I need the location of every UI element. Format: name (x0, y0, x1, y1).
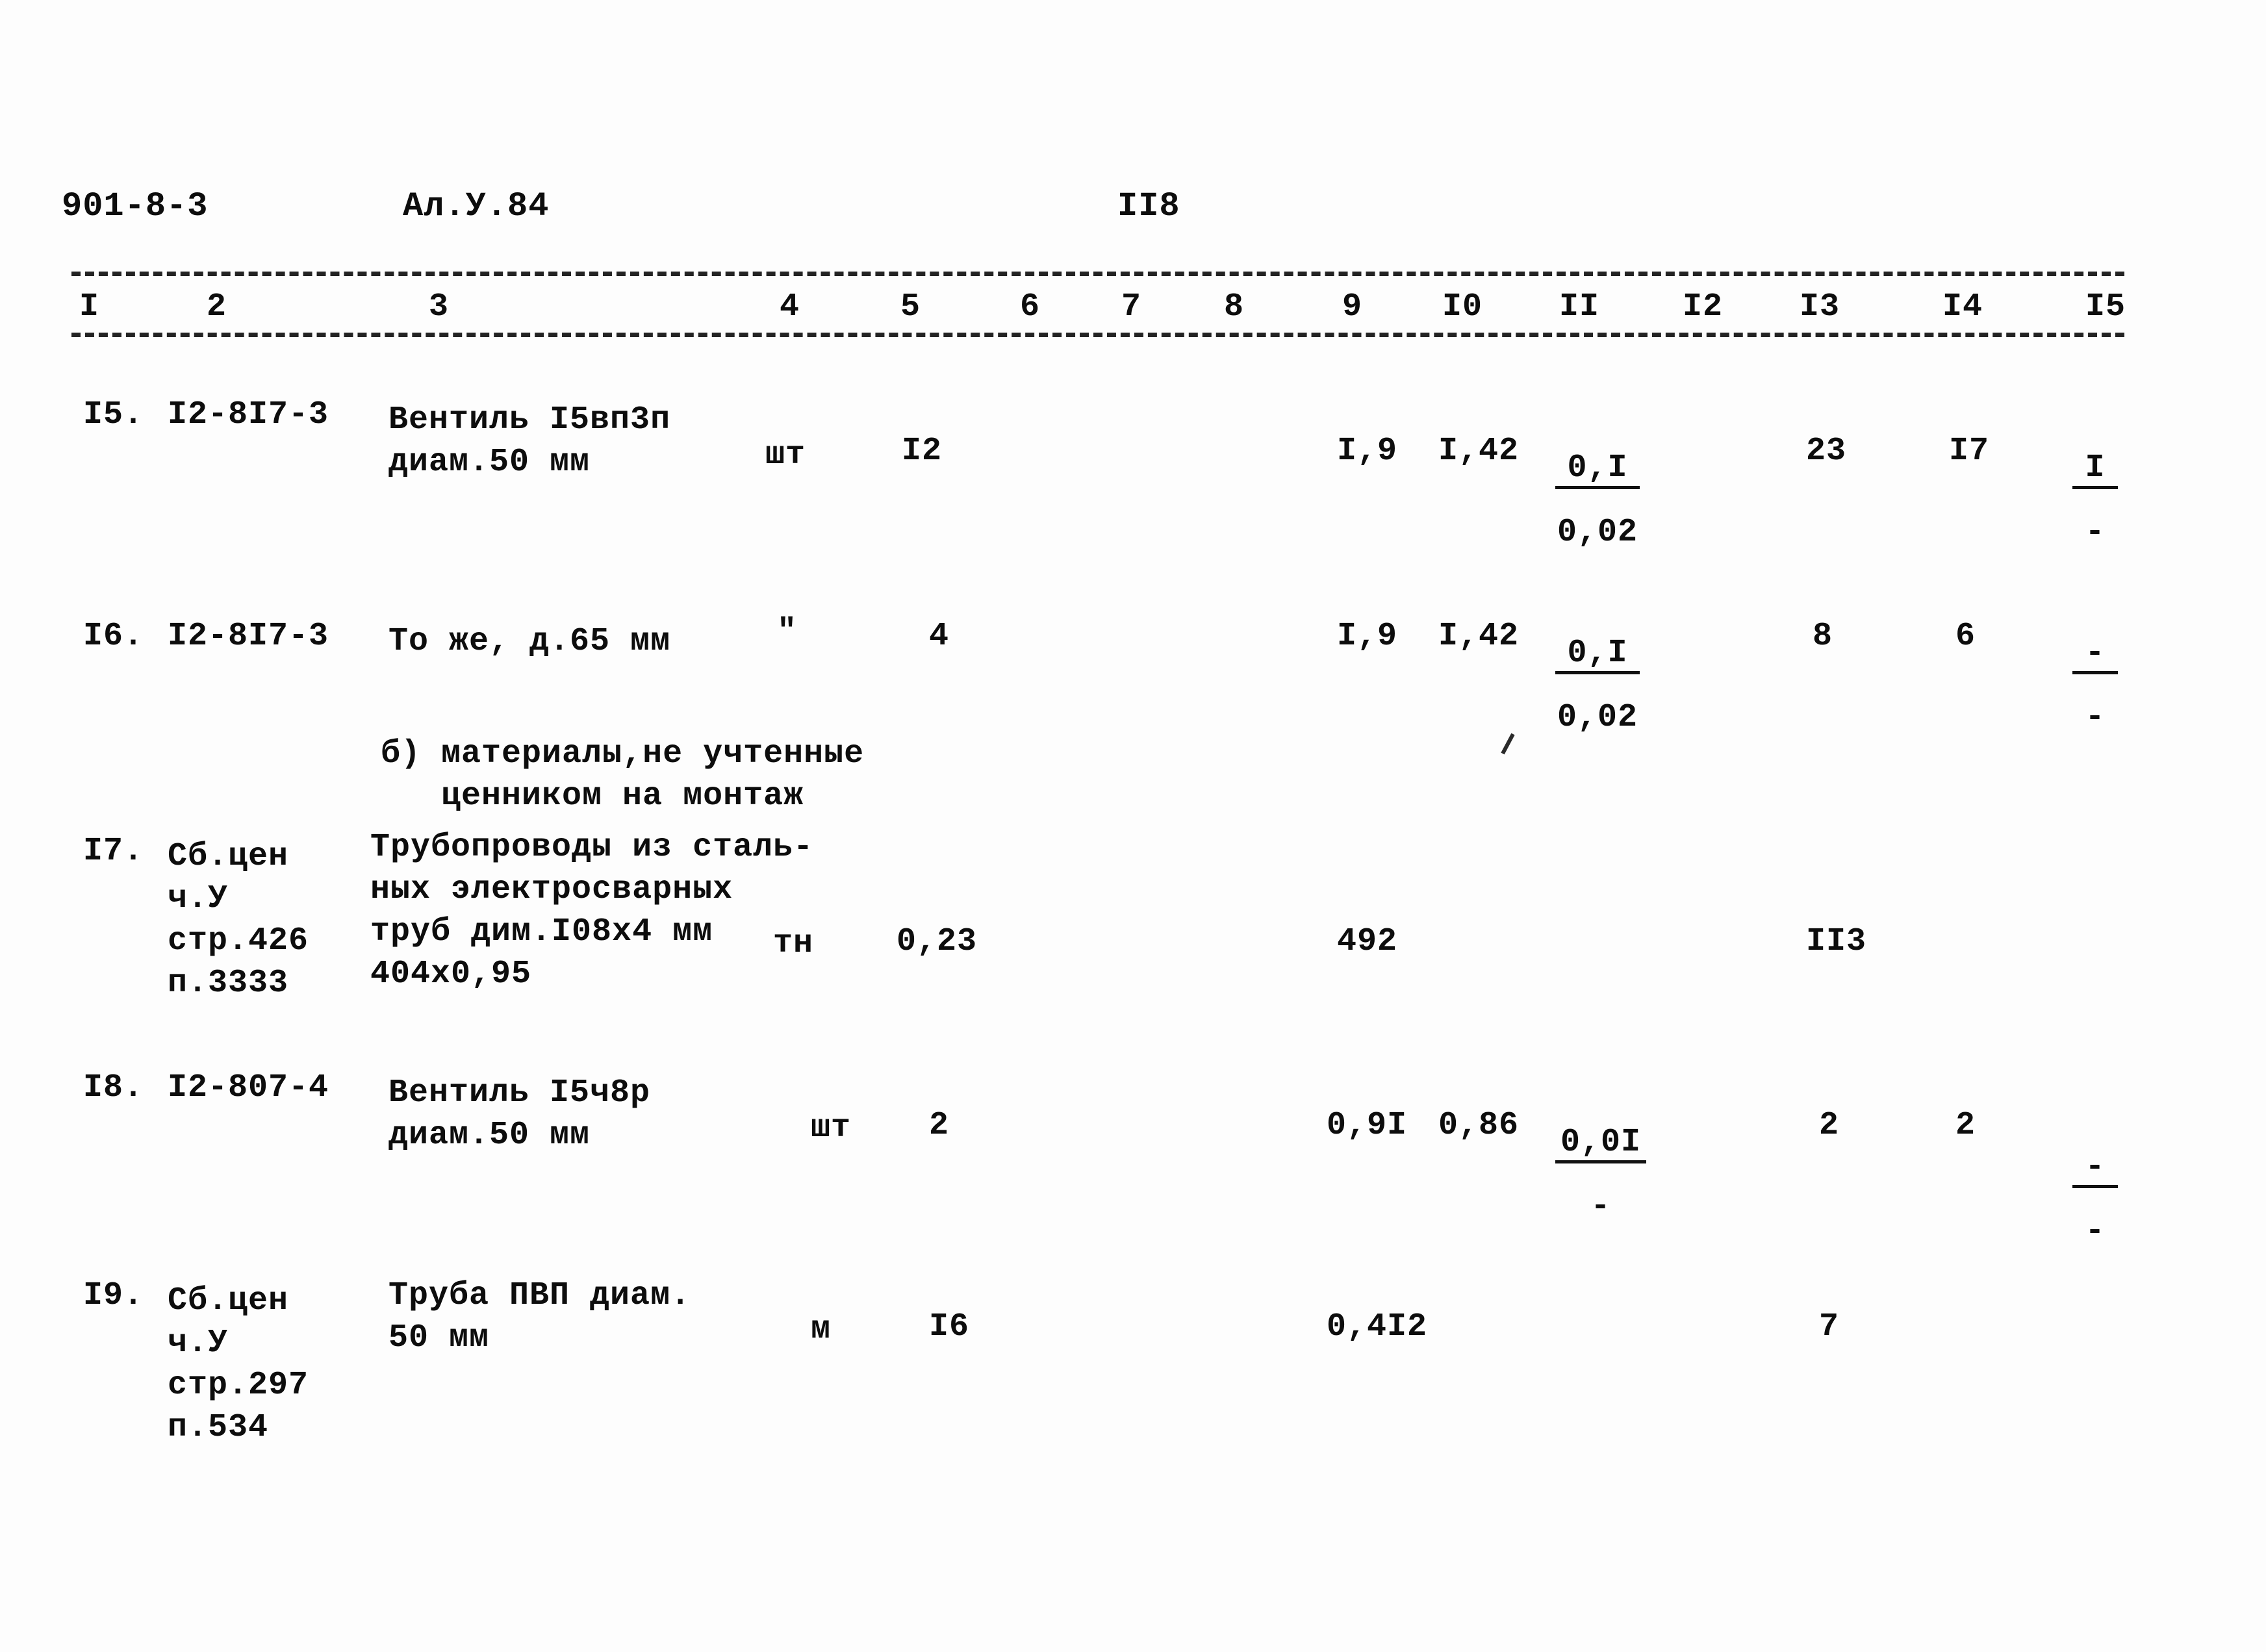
row-col9: I,9 (1337, 433, 1398, 470)
row-col10: 0,86 (1438, 1107, 1520, 1144)
row-col14: 2 (1955, 1107, 1976, 1144)
column-header-15: I5 (2085, 288, 2126, 325)
row-qty: I2 (902, 433, 943, 470)
row-col11-fraction: 0,0I - (1555, 1106, 1646, 1244)
document-page: 901-8-3 Ал.У.84 II8 I 2 3 4 5 6 7 8 9 I0… (0, 0, 2266, 1652)
row-col9: 492 (1337, 923, 1398, 960)
row-unit: " (777, 613, 798, 650)
column-header-12: I2 (1683, 288, 1724, 325)
column-header-9: 9 (1342, 288, 1363, 325)
table-row: I7. (83, 833, 144, 870)
row-description: То же, д.65 мм (388, 623, 671, 660)
row-col15-fraction: - - (2072, 616, 2118, 755)
row-col15-numerator: I (2072, 452, 2118, 489)
row-col11-numerator: 0,0I (1555, 1126, 1646, 1163)
column-header-8: 8 (1224, 288, 1245, 325)
row-col11-denominator: - (1590, 1188, 1611, 1225)
column-header-2: 2 (207, 288, 227, 325)
row-code: I2-8I7-3 (168, 396, 329, 433)
row-unit: м (811, 1311, 832, 1348)
sheet-code: Ал.У.84 (403, 187, 550, 225)
row-col9: 0,4I2 (1327, 1308, 1428, 1345)
table-header-rule (71, 333, 2124, 337)
row-col13: 23 (1806, 433, 1847, 470)
row-code: I2-8I7-3 (168, 618, 329, 655)
column-header-6: 6 (1020, 288, 1041, 325)
row-col11-numerator: 0,I (1555, 637, 1640, 674)
row-col15-denominator: - (2085, 1213, 2106, 1250)
section-note: б) материалы,не учтенные ценником на мон… (381, 735, 865, 815)
table-row: I8. (83, 1069, 144, 1106)
row-col15-denominator: - (2085, 699, 2106, 736)
row-col13: II3 (1806, 923, 1867, 960)
row-col15-fraction: - - (2072, 1130, 2118, 1269)
row-code: I2-807-4 (168, 1069, 329, 1106)
row-col9: 0,9I (1327, 1107, 1408, 1144)
row-col13: 2 (1819, 1107, 1840, 1144)
document-code: 901-8-3 (62, 187, 209, 225)
table-row: I5. (83, 396, 144, 433)
column-header-13: I3 (1800, 288, 1840, 325)
row-col11-denominator: 0,02 (1557, 514, 1638, 551)
row-col11-denominator: 0,02 (1557, 699, 1638, 736)
scan-artifact (1501, 733, 1515, 755)
row-col11-fraction: 0,I 0,02 (1555, 616, 1640, 755)
row-col15-denominator: - (2085, 514, 2106, 551)
row-qty: 2 (929, 1107, 950, 1144)
row-col15-numerator: - (2072, 637, 2118, 674)
table-row: I9. (83, 1277, 144, 1314)
column-header-1: I (79, 288, 100, 325)
row-code: Сб.цен ч.У стр.297 п.534 (168, 1282, 309, 1446)
row-col10: I,42 (1438, 618, 1520, 655)
row-qty: I6 (929, 1308, 970, 1345)
row-col13: 7 (1819, 1308, 1840, 1345)
table-row: I6. (83, 618, 144, 655)
row-unit: шт (765, 437, 806, 474)
page-number: II8 (1117, 187, 1180, 225)
column-header-7: 7 (1121, 288, 1142, 325)
row-col11-fraction: 0,I 0,02 (1555, 431, 1640, 570)
row-description: Трубопроводы из сталь- ных электросварны… (370, 829, 814, 993)
row-col14: I7 (1949, 433, 1990, 470)
column-header-3: 3 (429, 288, 450, 325)
row-col15-numerator: - (2072, 1151, 2118, 1188)
row-code: Сб.цен ч.У стр.426 п.3333 (168, 838, 309, 1002)
row-description: Труба ПВП диам. 50 мм (388, 1277, 691, 1356)
column-header-5: 5 (900, 288, 921, 325)
row-unit: тн (773, 925, 814, 962)
row-col10: I,42 (1438, 433, 1520, 470)
row-description: Вентиль I5ч8р диам.50 мм (388, 1074, 651, 1154)
row-col14: 6 (1955, 618, 1976, 655)
column-header-4: 4 (780, 288, 800, 325)
row-qty: 0,23 (897, 923, 978, 960)
column-header-14: I4 (1942, 288, 1983, 325)
row-col11-numerator: 0,I (1555, 452, 1640, 489)
table-top-rule (71, 272, 2124, 276)
column-header-11: II (1559, 288, 1600, 325)
column-header-10: I0 (1442, 288, 1483, 325)
row-description: Вентиль I5вп3п диам.50 мм (388, 401, 671, 481)
row-qty: 4 (929, 618, 950, 655)
row-col9: I,9 (1337, 618, 1398, 655)
row-col13: 8 (1813, 618, 1833, 655)
row-col15-fraction: I - (2072, 431, 2118, 570)
row-unit: шт (811, 1110, 852, 1147)
